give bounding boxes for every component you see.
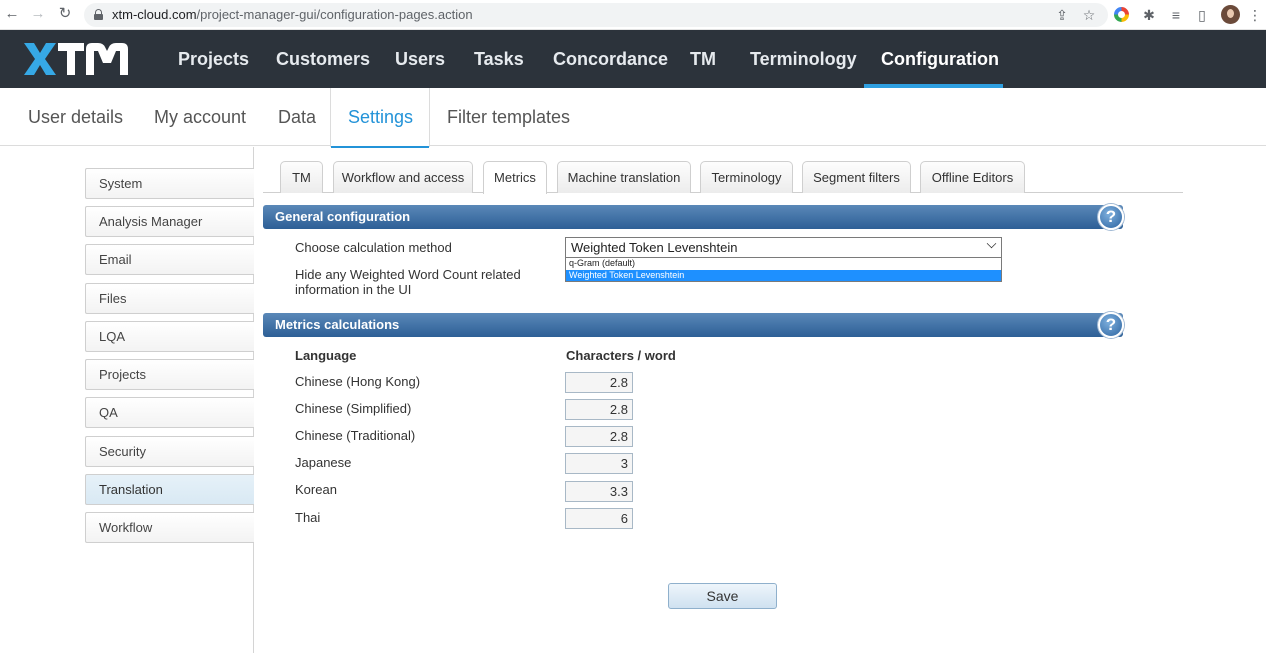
topnav-concordance[interactable]: Concordance [536,30,685,88]
url-text: xtm-cloud.com/project-manager-gui/config… [112,7,473,22]
browser-toolbar: ← → ↻ xtm-cloud.com/project-manager-gui/… [0,0,1266,30]
language-label: Chinese (Simplified) [295,401,412,416]
chevron-down-icon [986,238,997,249]
sidebar-item-qa[interactable]: QA [85,397,254,428]
topnav-tasks[interactable]: Tasks [457,30,541,88]
forward-arrow-icon[interactable]: → [30,6,46,22]
reload-icon[interactable]: ↻ [57,6,73,22]
sidebar-item-security[interactable]: Security [85,436,254,467]
sidebar-item-lqa[interactable]: LQA [85,321,254,352]
tab-segment-filters[interactable]: Segment filters [802,161,911,193]
topnav-projects[interactable]: Projects [161,30,266,88]
tab-machine-translation[interactable]: Machine translation [557,161,691,193]
dropdown-option-weighted-token-levenshtein[interactable]: Weighted Token Levenshtein [566,269,1001,281]
language-column-header: Language [295,348,357,363]
dropdown-option-qgram[interactable]: q-Gram (default) [566,258,1001,270]
characters-per-word-column-header: Characters / word [566,348,676,363]
topnav-customers[interactable]: Customers [259,30,387,88]
hide-wwc-label-line1: Hide any Weighted Word Count related [295,267,521,282]
topnav-terminology[interactable]: Terminology [733,30,874,88]
xtm-logo-graphic [24,43,128,75]
tab-workflow-and-access[interactable]: Workflow and access [333,161,473,193]
language-label: Chinese (Traditional) [295,428,416,443]
tab-tm[interactable]: TM [280,161,323,193]
calculation-method-select[interactable]: Weighted Token Levenshtein [565,237,1002,258]
puzzle-icon[interactable]: ✱ [1140,6,1158,24]
star-icon[interactable]: ☆ [1080,6,1098,24]
sidebar-item-workflow[interactable]: Workflow [85,512,254,543]
subnav-settings[interactable]: Settings [348,88,413,146]
topnav-tm[interactable]: TM [673,30,733,88]
tab-offline-editors[interactable]: Offline Editors [920,161,1025,193]
sidebar-item-translation[interactable]: Translation [85,474,254,505]
url-path: /project-manager-gui/configuration-pages… [196,7,473,22]
share-icon[interactable]: ⇪ [1053,6,1071,24]
sidebar-item-system[interactable]: System [85,168,254,199]
characters-per-word-input[interactable]: 2.8 [565,372,633,393]
help-icon[interactable]: ? [1098,204,1124,230]
characters-per-word-input[interactable]: 2.8 [565,399,633,420]
top-navigation: Projects Customers Users Tasks Concordan… [0,30,1266,88]
calculation-method-label: Choose calculation method [295,240,452,255]
lock-icon [94,9,103,20]
characters-per-word-input[interactable]: 3 [565,453,633,474]
language-label: Thai [295,510,321,525]
sidebar-item-analysis-manager[interactable]: Analysis Manager [85,206,254,237]
metrics-calculations-header: Metrics calculations [263,313,1123,337]
characters-per-word-input[interactable]: 3.3 [565,481,633,502]
language-label: Korean [295,482,337,497]
help-icon[interactable]: ? [1098,312,1124,338]
tab-metrics[interactable]: Metrics [483,161,547,194]
topnav-users[interactable]: Users [378,30,462,88]
subnav-user-details[interactable]: User details [28,88,123,146]
xtm-logo[interactable] [22,41,140,77]
profile-avatar[interactable] [1221,5,1240,24]
sidebar-item-files[interactable]: Files [85,283,254,314]
sidebar-item-email[interactable]: Email [85,244,254,275]
kebab-menu-icon[interactable]: ⋮ [1246,6,1264,24]
tab-terminology[interactable]: Terminology [700,161,793,193]
url-host: xtm-cloud.com [112,7,197,22]
subnav-filter-templates[interactable]: Filter templates [447,88,570,146]
topnav-configuration[interactable]: Configuration [864,30,1003,88]
characters-per-word-input[interactable]: 2.8 [565,426,633,447]
calculation-method-dropdown: q-Gram (default) Weighted Token Levensht… [565,257,1002,282]
extension-color-icon[interactable] [1114,7,1129,22]
address-bar[interactable]: xtm-cloud.com/project-manager-gui/config… [84,3,1108,27]
sub-navigation: User details My account Data Settings Fi… [0,88,1266,148]
subnav-data[interactable]: Data [278,88,316,146]
reading-list-icon[interactable]: ≡ [1167,6,1185,24]
language-label: Chinese (Hong Kong) [295,374,421,389]
calculation-method-value: Weighted Token Levenshtein [571,240,738,255]
sidebar-item-projects[interactable]: Projects [85,359,254,390]
hide-wwc-label-line2: information in the UI [295,282,412,297]
save-button[interactable]: Save [668,583,777,609]
side-panel-icon[interactable]: ▯ [1193,6,1211,24]
back-arrow-icon[interactable]: ← [4,6,20,22]
characters-per-word-input[interactable]: 6 [565,508,633,529]
language-label: Japanese [295,455,352,470]
general-configuration-header: General configuration [263,205,1123,229]
subnav-my-account[interactable]: My account [154,88,246,146]
